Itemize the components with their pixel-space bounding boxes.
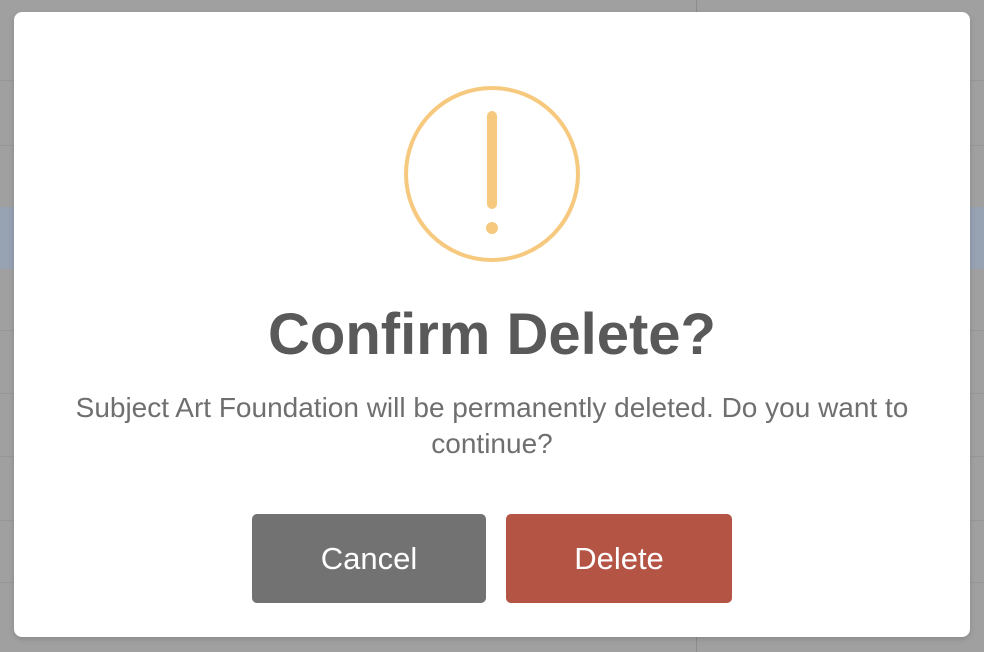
cancel-button[interactable]: Cancel [252,514,486,603]
warning-exclamation-icon [404,86,580,262]
confirm-delete-dialog: Confirm Delete? Subject Art Foundation w… [14,12,970,637]
dialog-message: Subject Art Foundation will be permanent… [75,392,909,459]
dialog-title: Confirm Delete? [268,302,716,367]
delete-button[interactable]: Delete [506,514,732,603]
